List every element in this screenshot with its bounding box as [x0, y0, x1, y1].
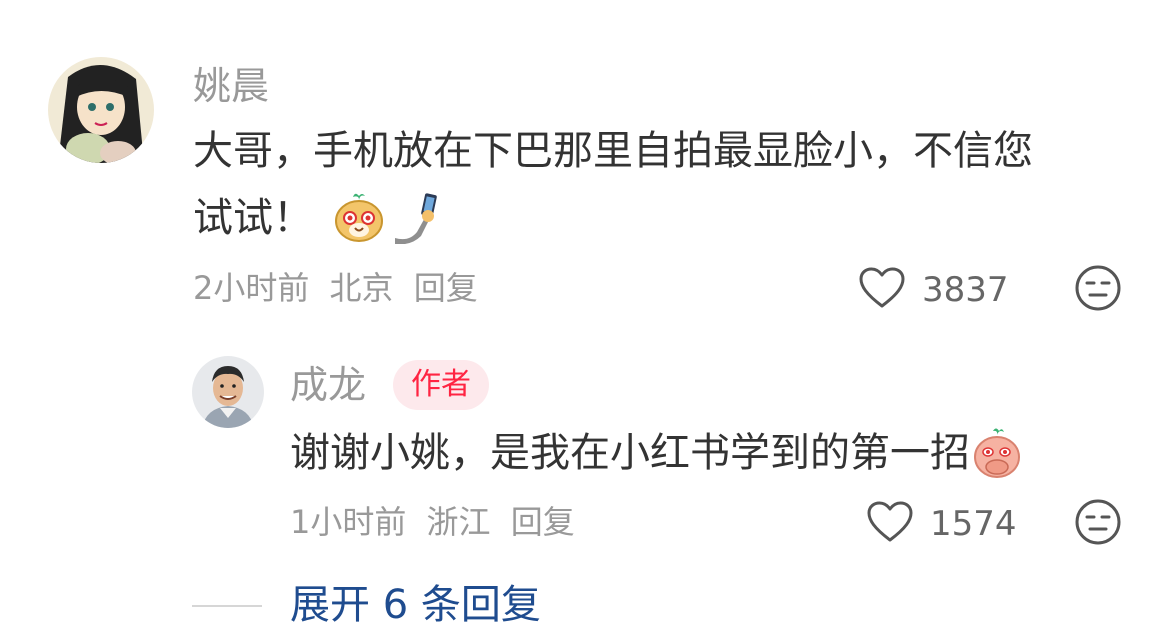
neutral-face-icon[interactable]: [1074, 264, 1122, 316]
comment-text-line2-row: 试试！: [193, 192, 439, 244]
reply-avatar[interactable]: [192, 356, 264, 428]
comment-item: 姚晨 大哥，手机放在下巴那里自拍最显脸小，不信您 试试！ 2小时前 北京 回复 …: [0, 0, 1170, 340]
comment-like-button[interactable]: 3837: [858, 266, 1009, 314]
comment-reply-button[interactable]: 回复: [414, 269, 478, 307]
reply-meta: 1小时前 浙江 回复: [290, 502, 575, 542]
reply-like-button[interactable]: 1574: [866, 500, 1017, 548]
reply-text: 谢谢小姚，是我在小红书学到的第一招: [290, 430, 970, 476]
reply-like-count: 1574: [930, 504, 1017, 544]
xiaohongshu-cover-mouth-emoji: [972, 427, 1022, 479]
reply-text-row: 谢谢小姚，是我在小红书学到的第一招: [290, 427, 1022, 479]
comment-username[interactable]: 姚晨: [193, 64, 269, 108]
reply-item: 成龙 作者 谢谢小姚，是我在小红书学到的第一招 1小时前 浙江 回复 1574: [0, 340, 1170, 560]
xiaohongshu-smile-emoji: [333, 192, 385, 244]
avatar[interactable]: [48, 57, 154, 163]
comment-time: 2小时前: [193, 269, 310, 307]
comment-meta: 2小时前 北京 回复: [193, 268, 478, 308]
expand-replies-link[interactable]: 展开 6 条回复: [290, 581, 541, 629]
comment-text-line2: 试试！: [193, 195, 313, 241]
avatar-photo: [192, 356, 264, 428]
expand-divider: [192, 605, 262, 607]
comment-text: 大哥，手机放在下巴那里自拍最显脸小，不信您: [193, 127, 1033, 175]
selfie-emoji: [393, 192, 439, 244]
reply-location: 浙江: [426, 503, 491, 541]
reply-time: 1小时前: [290, 503, 407, 541]
neutral-face-icon[interactable]: [1074, 498, 1122, 550]
author-badge: 作者: [393, 360, 489, 410]
comment-text-line1: 大哥，手机放在下巴那里自拍最显脸小，不信您: [193, 128, 1033, 174]
reply-username[interactable]: 成龙: [290, 363, 366, 407]
comment-location: 北京: [329, 269, 394, 307]
heart-icon: [866, 500, 914, 548]
heart-icon: [858, 266, 906, 314]
comment-like-count: 3837: [922, 270, 1009, 310]
avatar-illustration: [48, 57, 154, 163]
reply-reply-button[interactable]: 回复: [511, 503, 575, 541]
